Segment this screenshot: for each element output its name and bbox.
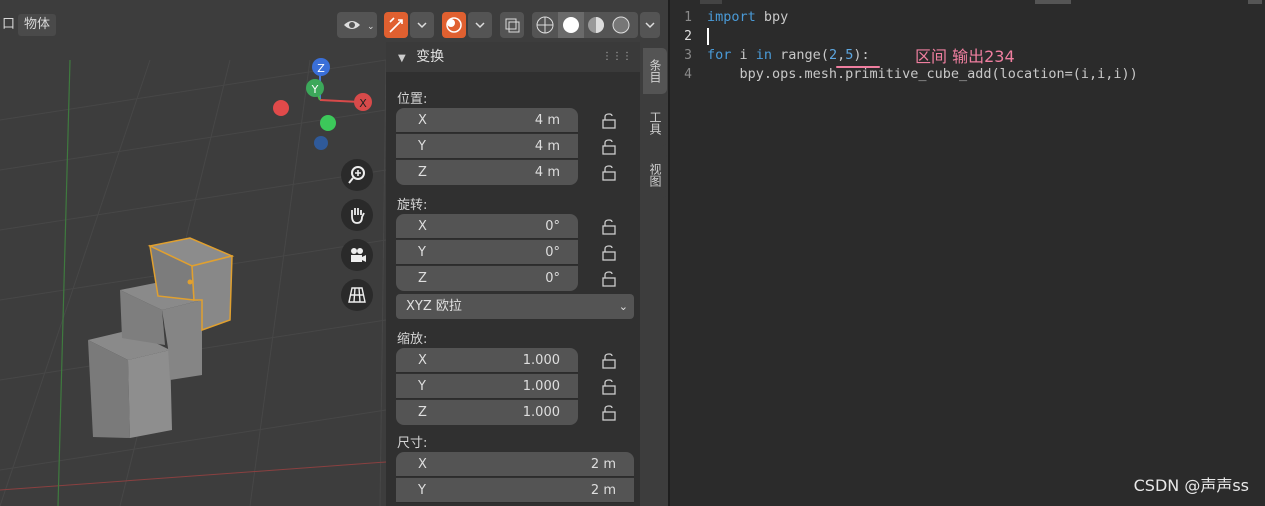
editor-header-stub <box>700 0 722 4</box>
camera-view-button[interactable] <box>341 239 373 271</box>
rotation-y-field[interactable]: Y 0° <box>396 240 578 265</box>
line-number: 2 <box>684 29 692 44</box>
xray-icon <box>505 18 520 33</box>
overlay-icon <box>446 17 462 33</box>
chevron-down-icon <box>475 22 485 29</box>
wireframe-shading-icon <box>536 16 554 34</box>
solid-shading-icon <box>563 17 579 33</box>
location-z-field[interactable]: Z4 m <box>396 160 578 185</box>
collapse-arrow-icon: ▼ <box>398 53 406 64</box>
line-number: 3 <box>684 48 692 63</box>
gizmo-dropdown[interactable] <box>410 12 434 38</box>
chevron-down-icon <box>417 22 427 29</box>
dimensions-x-field[interactable]: X2 m <box>396 452 634 477</box>
gizmo-icon <box>389 17 403 33</box>
dimensions-y-field[interactable]: Y2 m <box>396 478 634 503</box>
tab-tool[interactable]: 工具 <box>643 100 667 146</box>
eye-icon: ⌄ <box>344 21 375 32</box>
rotation-x-field[interactable]: X 0° <box>396 214 578 239</box>
editor-header-stub <box>1035 0 1071 4</box>
scale-label: 缩放: <box>397 332 428 347</box>
lock-icon[interactable] <box>600 112 622 130</box>
annotation-text: 区间 输出234 <box>915 47 1015 66</box>
hand-pan-icon <box>351 208 365 224</box>
location-x-field[interactable]: X4 m <box>396 108 578 133</box>
line-number: 1 <box>684 10 692 25</box>
text-cursor <box>707 28 709 45</box>
editor-header-stub <box>1248 0 1262 4</box>
rotation-label: 旋转: <box>397 198 428 213</box>
lock-icon[interactable] <box>600 244 622 262</box>
perspective-toggle-button[interactable] <box>341 279 373 311</box>
gizmo-toggle-button[interactable] <box>384 12 408 38</box>
location-y-field[interactable]: Y4 m <box>396 134 578 159</box>
scale-x-field[interactable]: X 1.000 <box>396 348 578 373</box>
gizmo-x-label: X <box>359 97 367 110</box>
code-line-4[interactable]: bpy.ops.mesh.primitive_cube_add(location… <box>707 66 1138 82</box>
lock-icon[interactable] <box>600 164 622 182</box>
lock-icon[interactable] <box>600 218 622 236</box>
zoom-button[interactable] <box>341 159 373 191</box>
zoom-icon <box>348 166 365 184</box>
tab-item[interactable]: 条目 <box>643 48 667 94</box>
lock-icon[interactable] <box>600 378 622 396</box>
rendered-shading-icon <box>612 16 630 34</box>
dimensions-label: 尺寸: <box>397 436 428 451</box>
shading-dropdown[interactable] <box>640 12 660 38</box>
watermark: CSDN @声声ss <box>1133 476 1249 495</box>
lock-icon[interactable] <box>600 404 622 422</box>
rotation-z-field[interactable]: Z 0° <box>396 266 578 291</box>
rotation-mode-select[interactable]: XYZ 欧拉 ⌄ <box>396 294 634 319</box>
perspective-grid-icon <box>348 287 366 303</box>
line-number: 4 <box>684 67 692 82</box>
lock-icon[interactable] <box>600 352 622 370</box>
text-editor[interactable]: 1 2 3 4 import bpy for i in range(2,5): … <box>670 0 1265 506</box>
chevron-down-icon <box>645 22 655 29</box>
lock-icon[interactable] <box>600 138 622 156</box>
svg-text:⌄: ⌄ <box>367 22 375 32</box>
panel-title: 变换 <box>416 49 445 65</box>
sidebar-properties-panel: ▼ 变换 ⋮⋮⋮ 位置: X4 m Y4 m Z4 m 旋转: X 0° Y 0° … <box>386 42 640 506</box>
gizmo-z-label: Z <box>317 62 325 75</box>
tab-view[interactable]: 视图 <box>643 152 667 198</box>
transform-panel-header[interactable]: ▼ 变换 ⋮⋮⋮ <box>386 42 640 72</box>
code-line-1[interactable]: import bpy <box>707 9 788 25</box>
overlay-dropdown[interactable] <box>468 12 492 38</box>
gizmo-y-label: Y <box>311 83 319 96</box>
drag-handle-icon[interactable]: ⋮⋮⋮ <box>602 42 632 72</box>
scale-y-field[interactable]: Y 1.000 <box>396 374 578 399</box>
shading-modes[interactable] <box>532 12 638 38</box>
chevron-down-icon: ⌄ <box>618 300 628 313</box>
overlay-toggle-button[interactable] <box>442 12 466 38</box>
camera-icon <box>351 248 366 262</box>
xray-toggle-button[interactable] <box>500 12 524 38</box>
visibility-dropdown[interactable]: ⌄ <box>337 12 377 38</box>
menu-object[interactable]: 物体 <box>18 14 57 36</box>
material-shading-icon <box>588 17 604 33</box>
lock-icon[interactable] <box>600 270 622 288</box>
cube-bottom[interactable] <box>88 330 172 438</box>
location-label: 位置: <box>397 92 428 107</box>
scale-z-field[interactable]: Z 1.000 <box>396 400 578 425</box>
pan-button[interactable] <box>341 199 373 231</box>
code-line-3[interactable]: for i in range(2,5): <box>707 47 870 63</box>
